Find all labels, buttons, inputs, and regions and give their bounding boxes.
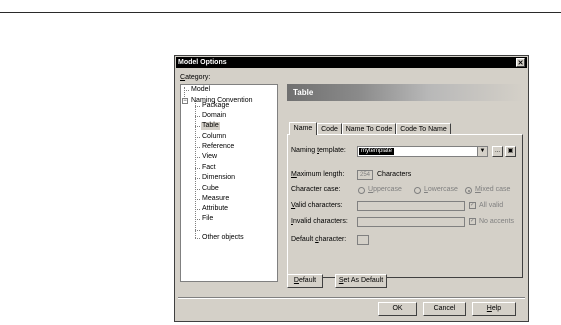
tree-item-fact[interactable]: Fact: [202, 164, 216, 172]
tree-line: [195, 137, 200, 138]
tree-line: [195, 199, 200, 200]
tree-line: [195, 178, 200, 179]
tree-item-measure[interactable]: Measure: [202, 195, 229, 203]
all-valid-label: All valid: [479, 202, 504, 209]
naming-template-value: mytemplate: [359, 148, 395, 155]
maximum-length-label: Maximum length:: [291, 171, 345, 178]
section-header: Table: [287, 84, 523, 101]
tab-name[interactable]: Name: [289, 122, 317, 135]
set-as-default-button[interactable]: Set As Default: [335, 274, 387, 288]
category-tree[interactable]: − Model Naming Convention Package Domain…: [180, 84, 278, 282]
tree-item-cube[interactable]: Cube: [202, 185, 219, 193]
cancel-button[interactable]: Cancel: [423, 302, 466, 316]
no-accents-checkbox: ✓: [469, 218, 476, 225]
tree-item-package[interactable]: Package: [202, 102, 229, 110]
tree-line: [195, 101, 196, 238]
tree-item-domain[interactable]: Domain: [202, 112, 226, 120]
tab-code[interactable]: Code: [317, 123, 342, 134]
no-accents-label: No accents: [479, 218, 515, 225]
tree-line: [195, 238, 200, 239]
tree-line: [195, 209, 200, 210]
maximum-length-field: 254: [357, 170, 373, 180]
properties-icon[interactable]: ▣: [505, 146, 516, 157]
tree-item-attribute[interactable]: Attribute: [202, 205, 228, 213]
tree-line: [195, 147, 200, 148]
tree-line: [195, 106, 200, 107]
valid-characters-label: Valid characters:: [291, 202, 343, 209]
collapse-icon[interactable]: −: [182, 98, 188, 104]
tree-item-model[interactable]: Model: [191, 86, 210, 94]
tree-item-file[interactable]: File: [202, 215, 213, 223]
tree-item-column[interactable]: Column: [202, 133, 226, 141]
ok-button[interactable]: OK: [378, 302, 417, 316]
tree-line: [195, 116, 200, 117]
invalid-characters-label: Invalid characters:: [291, 218, 348, 225]
tree-item-table[interactable]: Table: [201, 122, 220, 130]
tab-code-to-name[interactable]: Code To Name: [396, 123, 451, 134]
default-button[interactable]: Default: [287, 274, 323, 288]
chevron-down-icon[interactable]: ▼: [477, 147, 487, 156]
tree-item-dimension[interactable]: Dimension: [202, 174, 235, 182]
tree-line: [184, 90, 189, 91]
naming-template-label: Naming template:: [291, 147, 346, 154]
tree-item-other-objects[interactable]: Other objects: [202, 234, 244, 242]
top-rule: [0, 12, 561, 13]
dialog-title: Model Options: [178, 59, 227, 66]
all-valid-checkbox: ✓: [469, 202, 476, 209]
section-title: Table: [293, 88, 314, 97]
uppercase-label: Uppercase: [368, 186, 402, 193]
category-label: Category:: [180, 74, 211, 81]
title-bar: Model Options ✕: [176, 57, 527, 68]
tree-line: [195, 219, 200, 220]
help-button[interactable]: Help: [472, 302, 516, 316]
naming-template-select[interactable]: mytemplate ▼: [357, 146, 488, 157]
characters-label: Characters: [377, 171, 412, 178]
default-character-field: [357, 235, 369, 245]
default-character-label: Default character:: [291, 236, 347, 243]
tree-line: [195, 189, 200, 190]
tree-line: [195, 157, 200, 158]
tree-line: [195, 168, 200, 169]
invalid-characters-field: [357, 217, 465, 227]
lowercase-radio: [414, 187, 421, 194]
divider: [178, 297, 525, 299]
valid-characters-field: [357, 201, 465, 211]
ellipsis-button[interactable]: ...: [492, 146, 503, 157]
tree-line: [184, 87, 185, 97]
uppercase-radio: [358, 187, 365, 194]
mixed-case-label: Mixed case: [475, 186, 511, 193]
character-case-label: Character case:: [291, 186, 341, 193]
tree-line: [195, 230, 200, 231]
model-options-dialog: Model Options ✕ Category: − Model Naming…: [174, 55, 529, 322]
tree-line: [195, 126, 200, 127]
tab-name-to-code[interactable]: Name To Code: [342, 123, 396, 134]
lowercase-label: Lowercase: [424, 186, 458, 193]
tree-item-view[interactable]: View: [202, 153, 217, 161]
tree-item-reference[interactable]: Reference: [202, 143, 234, 151]
close-button[interactable]: ✕: [516, 58, 525, 67]
mixed-case-radio: [465, 187, 472, 194]
